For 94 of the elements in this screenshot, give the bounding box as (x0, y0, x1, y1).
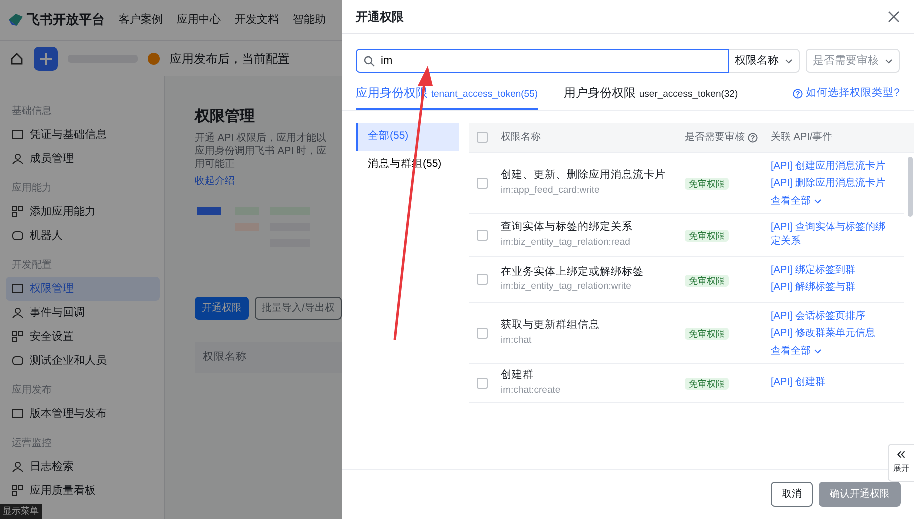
section-title: 运营监控 (12, 436, 53, 451)
robot-icon (12, 355, 24, 367)
card-icon (12, 283, 24, 295)
card-icon (12, 408, 24, 420)
review-tag: 免审权限 (685, 328, 729, 340)
api-link[interactable]: [API] 修改群菜单元信息 (771, 327, 887, 341)
view-all-link[interactable]: 查看全部 (771, 194, 898, 209)
chevron-down-icon (885, 58, 893, 64)
help-link[interactable]: 如何选择权限类型? (793, 86, 900, 110)
grid-icon (12, 206, 24, 218)
logo-icon (8, 13, 24, 27)
robot-icon (12, 230, 24, 242)
help-icon (748, 132, 758, 142)
sidebar-item[interactable]: 日志检索 (6, 455, 160, 479)
drawer-title: 开通权限 (356, 8, 404, 26)
nav-link[interactable]: 客户案例 (119, 12, 163, 28)
review-tag: 免审权限 (685, 274, 729, 286)
row-checkbox[interactable] (477, 378, 488, 388)
review-tag: 免审权限 (685, 378, 729, 390)
permission-name: 查询实体与标签的绑定关系 (501, 220, 634, 235)
permission-name: 在业务实体上绑定或解绑标签 (501, 264, 645, 280)
warning-icon (148, 52, 160, 64)
home-icon (10, 52, 24, 66)
section-title: 基础信息 (12, 104, 53, 119)
permission-scope: im:biz_entity_tag_relation:write (501, 280, 632, 294)
section-title: 应用能力 (12, 182, 53, 196)
search-icon (364, 56, 375, 67)
nav-link[interactable]: 智能助 (293, 12, 326, 28)
filter-dropdown[interactable]: 权限名称 (728, 49, 800, 73)
expand-tab[interactable]: « 展开 (888, 444, 914, 482)
search-field[interactable]: im (356, 49, 729, 73)
app-icon (34, 46, 58, 70)
review-tag: 免审权限 (685, 230, 729, 242)
api-link[interactable]: [API] 创建群 (771, 376, 887, 390)
column-header: 权限名称 (500, 130, 542, 145)
nav-link[interactable]: 开发文档 (235, 12, 279, 28)
sidebar-item[interactable]: 机器人 (6, 224, 160, 248)
cancel-button[interactable]: 取消 (771, 482, 813, 507)
sidebar-item[interactable]: 应用质量看板 (6, 479, 160, 503)
permission-name: 创建群 (501, 368, 535, 383)
row-checkbox[interactable] (477, 274, 488, 285)
permission-scope: im:chat:create (501, 384, 562, 398)
section-title: 开发配置 (12, 258, 53, 273)
permission-name: 获取与更新群组信息 (501, 318, 601, 333)
api-link[interactable]: [API] 解绑标签与群 (771, 281, 887, 295)
api-link[interactable]: [API] 绑定标签到群 (771, 264, 887, 278)
sidebar-item[interactable]: 版本管理与发布 (6, 402, 160, 426)
grid-icon (12, 331, 24, 343)
close-icon (888, 11, 900, 24)
action-button[interactable]: 开通权限 (195, 296, 249, 320)
row-checkbox[interactable] (477, 178, 488, 188)
api-link[interactable]: [API] 删除应用消息流卡片 (771, 177, 887, 191)
sidebar-item[interactable]: 事件与回调 (6, 301, 160, 325)
person-icon (12, 307, 24, 319)
scrollbar-thumb[interactable] (908, 157, 913, 217)
sidebar-item[interactable]: 成员管理 (6, 147, 160, 171)
show-menu-label[interactable]: 显示菜单 (0, 504, 42, 519)
permission-name: 创建、更新、删除应用消息流卡片 (501, 168, 667, 183)
permission-scope: im:biz_entity_tag_relation:read (501, 236, 632, 250)
help-icon (793, 89, 804, 100)
sidebar-item[interactable]: 安全设置 (6, 325, 160, 349)
page-description: 开通 API 权限后，应用才能以应用身份调用飞书 API 时，应用可能正 (195, 132, 328, 170)
category-item[interactable]: 全部(55) (356, 123, 459, 151)
row-checkbox[interactable] (477, 328, 488, 338)
grid-icon (12, 485, 24, 497)
sidebar-item[interactable]: 添加应用能力 (6, 200, 160, 224)
page-title: 权限管理 (195, 107, 256, 127)
api-link[interactable]: [API] 创建应用消息流卡片 (771, 160, 887, 174)
permission-scope: im:app_feed_card:write (501, 184, 601, 198)
notice-text: 应用发布后，当前配置 (170, 50, 290, 68)
logo-text: 飞书开放平台 (27, 11, 105, 30)
chevron-down-icon (814, 199, 822, 204)
api-link[interactable]: [API] 会话标签页排序 (771, 310, 887, 324)
permission-scope: im:chat (501, 334, 533, 348)
card-icon (12, 129, 24, 141)
chevron-down-icon (814, 349, 822, 354)
section-title: 应用发布 (12, 384, 53, 398)
action-button[interactable]: 批量导入/导出权 (255, 296, 342, 320)
sidebar-item[interactable]: 凭证与基础信息 (6, 123, 160, 147)
table-header: 权限名称 (195, 342, 342, 374)
person-icon (12, 153, 24, 165)
sidebar-item[interactable]: 测试企业和人员 (6, 349, 160, 373)
api-link[interactable]: [API] 查询实体与标签的绑定关系 (771, 221, 887, 249)
person-icon (12, 461, 24, 473)
tab[interactable]: 用户身份权限 user_access_token(32) (564, 84, 738, 110)
chevron-down-icon (785, 58, 793, 64)
select-all-checkbox[interactable] (477, 132, 488, 143)
column-header: 是否需要审核 (685, 130, 745, 145)
nav-link[interactable]: 应用中心 (177, 12, 221, 28)
column-header: 关联 API/事件 (771, 130, 834, 145)
review-tag: 免审权限 (685, 178, 729, 190)
view-all-link[interactable]: 查看全部 (771, 344, 898, 359)
filter-dropdown[interactable]: 是否需要审核 (806, 49, 900, 73)
row-checkbox[interactable] (477, 230, 488, 240)
